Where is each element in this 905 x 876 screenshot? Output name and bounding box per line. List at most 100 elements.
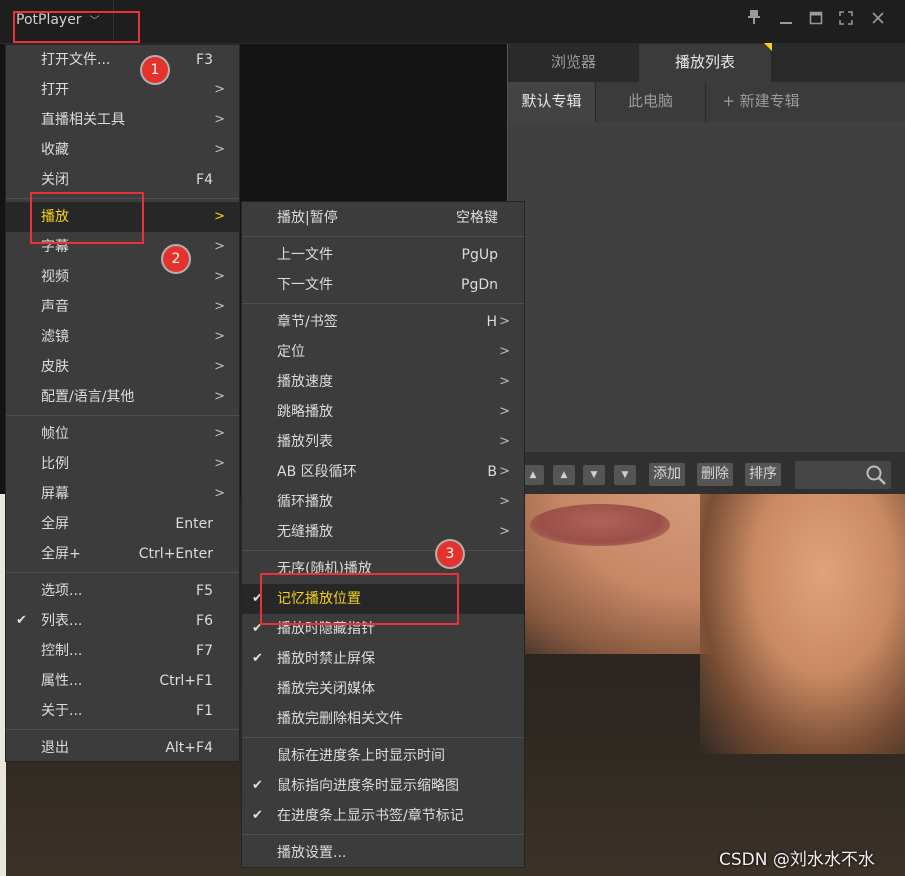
menu-item-properties[interactable]: 属性... Ctrl+F1 [6, 666, 239, 696]
menu-item-playlist-sub[interactable]: 播放列表 > [242, 427, 524, 457]
title-bar: PotPlayer ﹀ [0, 0, 905, 44]
menu-item-shuffle[interactable]: 无序(随机)播放 [242, 554, 524, 584]
menu-item-playlist[interactable]: ✔ 列表... F6 [6, 606, 239, 636]
menu-item-skip-playback[interactable]: 跳略播放 > [242, 397, 524, 427]
menu-item-playback-speed[interactable]: 播放速度 > [242, 367, 524, 397]
menu-item-screen[interactable]: 屏幕 > [6, 479, 239, 509]
chevron-right-icon: > [214, 486, 225, 501]
menu-item-favorites[interactable]: 收藏 > [6, 135, 239, 165]
corner-marker-icon [764, 43, 772, 51]
fullscreen-icon[interactable] [832, 8, 860, 36]
search-icon[interactable] [865, 464, 887, 486]
chevron-right-icon: > [214, 112, 225, 127]
menu-separator [242, 303, 524, 304]
menu-item-config-language[interactable]: 配置/语言/其他 > [6, 382, 239, 412]
menu-item-control[interactable]: 控制... F7 [6, 636, 239, 666]
menu-separator [6, 415, 239, 416]
album-tabs: 默认专辑 此电脑 + 新建专辑 [508, 82, 905, 122]
title-separator [113, 0, 114, 44]
menu-item-open[interactable]: 打开 > [6, 75, 239, 105]
move-bottom-icon[interactable]: ▼ [614, 465, 636, 485]
tab-browser[interactable]: 浏览器 [508, 44, 639, 82]
pin-icon[interactable] [740, 8, 768, 36]
app-menu-button[interactable]: PotPlayer ﹀ [16, 12, 100, 28]
menu-item-play[interactable]: 播放 > [6, 202, 239, 232]
chevron-right-icon: > [214, 456, 225, 471]
menu-item-live-tools[interactable]: 直播相关工具 > [6, 105, 239, 135]
menu-item-previous-file[interactable]: 上一文件 PgUp [242, 240, 524, 270]
move-up-icon[interactable]: ▲ [553, 465, 575, 485]
menu-item-skins[interactable]: 皮肤 > [6, 352, 239, 382]
video-hand [700, 494, 905, 754]
chevron-right-icon: > [499, 374, 510, 389]
menu-item-disable-screensaver[interactable]: ✔ 播放时禁止屏保 [242, 644, 524, 674]
new-album-button[interactable]: + 新建专辑 [706, 82, 816, 122]
annotation-badge-3: 3 [437, 541, 463, 567]
chevron-right-icon: > [214, 82, 225, 97]
chevron-right-icon: > [214, 426, 225, 441]
menu-item-open-file[interactable]: 打开文件... F3 [6, 45, 239, 75]
play-submenu: 播放|暂停 空格键 上一文件 PgUp 下一文件 PgDn 章节/书签 H > 定位 > 播… [241, 201, 525, 868]
menu-item-delete-files-after[interactable]: 播放完删除相关文件 [242, 704, 524, 734]
video-lips [530, 504, 670, 546]
app-title: PotPlayer [16, 12, 82, 28]
menu-separator [242, 236, 524, 237]
tab-default-album[interactable]: 默认专辑 [508, 82, 596, 122]
menu-item-fullscreen[interactable]: 全屏 Enter [6, 509, 239, 539]
tab-this-pc[interactable]: 此电脑 [596, 82, 706, 122]
menu-item-subtitles[interactable]: 字幕 > [6, 232, 239, 262]
menu-item-about[interactable]: 关于... F1 [6, 696, 239, 726]
menu-separator [6, 729, 239, 730]
menu-item-fullscreen-plus[interactable]: 全屏+ Ctrl+Enter [6, 539, 239, 569]
menu-item-next-file[interactable]: 下一文件 PgDn [242, 270, 524, 300]
chevron-right-icon: > [214, 269, 225, 284]
close-icon[interactable] [864, 8, 892, 36]
tab-playlist[interactable]: 播放列表 [639, 44, 771, 82]
checkmark-icon: ✔ [252, 651, 263, 666]
main-menu: 打开文件... F3 打开 > 直播相关工具 > 收藏 > 关闭 F4 播放 > 字幕 > 视… [5, 44, 240, 762]
playlist-list[interactable] [508, 122, 905, 452]
menu-item-playback-settings[interactable]: 播放设置... [242, 838, 524, 868]
annotation-badge-2: 2 [163, 246, 189, 272]
sort-button[interactable]: 排序 [745, 463, 781, 486]
search-input[interactable] [795, 461, 891, 489]
menu-item-seek[interactable]: 定位 > [242, 337, 524, 367]
chevron-right-icon: > [499, 404, 510, 419]
menu-item-chapters-bookmarks[interactable]: 章节/书签 H > [242, 307, 524, 337]
menu-item-video[interactable]: 视频 > [6, 262, 239, 292]
menu-item-show-bookmarks[interactable]: ✔ 在进度条上显示书签/章节标记 [242, 801, 524, 831]
chevron-right-icon: > [214, 299, 225, 314]
chevron-right-icon: > [499, 434, 510, 449]
minimize-icon[interactable] [772, 8, 800, 36]
checkmark-icon: ✔ [252, 591, 263, 606]
menu-item-close[interactable]: 关闭 F4 [6, 165, 239, 195]
menu-item-filters[interactable]: 滤镜 > [6, 322, 239, 352]
menu-item-loop-playback[interactable]: 循环播放 > [242, 487, 524, 517]
menu-item-show-time-on-seekbar[interactable]: 鼠标在进度条上时显示时间 [242, 741, 524, 771]
menu-item-ab-loop[interactable]: AB 区段循环 B > [242, 457, 524, 487]
checkmark-icon: ✔ [252, 808, 263, 823]
menu-item-play-pause[interactable]: 播放|暂停 空格键 [242, 203, 524, 233]
menu-item-remember-position[interactable]: ✔ 记忆播放位置 [242, 584, 524, 614]
panel-tabs: 浏览器 播放列表 [508, 43, 905, 82]
playlist-toolbar: ▲ ▲ ▼ ▼ 添加 删除 排序 [508, 452, 905, 494]
move-top-icon[interactable]: ▲ [522, 465, 544, 485]
add-button[interactable]: 添加 [649, 463, 685, 486]
maximize-icon[interactable] [802, 8, 830, 36]
menu-item-aspect-ratio[interactable]: 比例 > [6, 449, 239, 479]
chevron-right-icon: > [214, 239, 225, 254]
chevron-right-icon: > [214, 209, 225, 224]
menu-item-exit[interactable]: 退出 Alt+F4 [6, 733, 239, 763]
menu-item-seamless-playback[interactable]: 无缝播放 > [242, 517, 524, 547]
menu-item-hide-cursor[interactable]: ✔ 播放时隐藏指针 [242, 614, 524, 644]
move-down-icon[interactable]: ▼ [583, 465, 605, 485]
delete-button[interactable]: 删除 [697, 463, 733, 486]
menu-item-audio[interactable]: 声音 > [6, 292, 239, 322]
annotation-badge-1: 1 [142, 57, 168, 83]
menu-item-frame[interactable]: 帧位 > [6, 419, 239, 449]
menu-item-options[interactable]: 选项... F5 [6, 576, 239, 606]
menu-separator [242, 737, 524, 738]
chevron-right-icon: > [214, 359, 225, 374]
menu-item-close-media-after[interactable]: 播放完关闭媒体 [242, 674, 524, 704]
menu-item-show-thumbnail[interactable]: ✔ 鼠标指向进度条时显示缩略图 [242, 771, 524, 801]
